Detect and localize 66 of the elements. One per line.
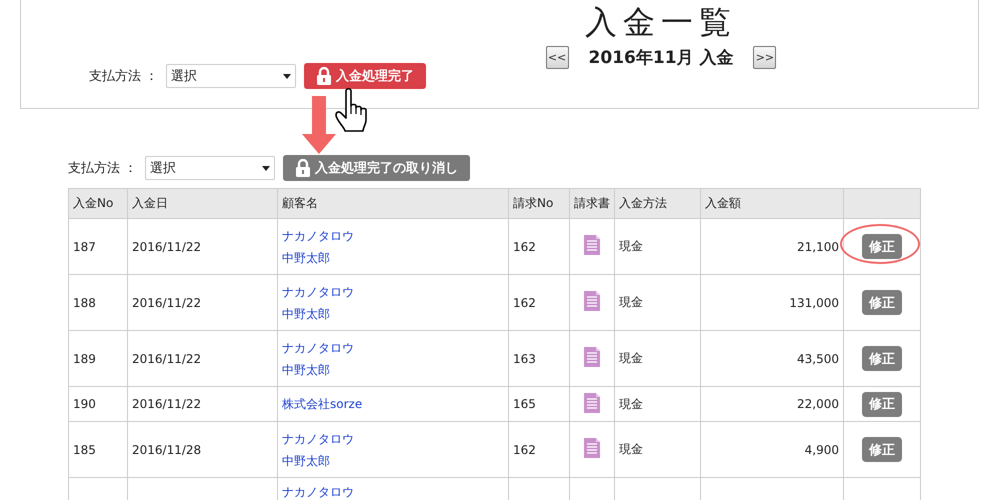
table-cell: 165 [508, 386, 570, 422]
document-icon[interactable] [584, 392, 600, 412]
edit-button[interactable]: 修正 [862, 290, 902, 315]
table-cell: 190 [68, 386, 128, 422]
lock-icon [316, 67, 332, 85]
table-cell: 162 [508, 218, 570, 274]
page-title: 入金一覧 [585, 2, 737, 42]
edit-button[interactable]: 修正 [862, 234, 902, 259]
payment-method-select[interactable]: 選択 [145, 156, 276, 180]
edit-button[interactable]: 修正 [862, 437, 902, 462]
hand-cursor-icon [334, 88, 370, 132]
payment-method-select[interactable]: 選択 [166, 64, 296, 88]
table-cell: 162 [508, 422, 570, 478]
edit-button[interactable]: 修正 [862, 346, 902, 371]
customer-link[interactable]: 中野太郎 [282, 450, 330, 472]
customer-link[interactable]: ナカノタロウ [282, 224, 354, 246]
payment-method-label: 支払方法 ： [89, 68, 158, 85]
table-cell: 163 [508, 330, 570, 386]
table-cell: 21,100 [700, 218, 844, 274]
customer-link[interactable]: ナカノタロウ [282, 280, 354, 302]
table-cell: 2016/11/22 [128, 218, 278, 274]
customer-link[interactable]: 中野太郎 [282, 302, 330, 324]
customer-link[interactable]: ナカノタロウ [282, 428, 354, 450]
column-header: 請求No [508, 188, 570, 218]
caret-icon [262, 166, 270, 170]
cancel-completion-button[interactable]: 入金処理完了の取り消し [283, 155, 470, 181]
document-icon[interactable] [584, 347, 600, 367]
table-cell: 2016/11/28 [128, 422, 278, 478]
table-cell: 現金 [614, 330, 700, 386]
column-header: 入金No [68, 188, 128, 218]
customer-link[interactable]: 中野太郎 [282, 246, 330, 268]
table-cell: 4,900 [700, 422, 844, 478]
table-cell: 現金 [614, 386, 700, 422]
customer-link[interactable]: 中野太郎 [282, 358, 330, 380]
caret-icon [283, 74, 292, 78]
lock-icon [295, 159, 312, 177]
previous-month-button[interactable]: << [546, 46, 569, 69]
month-label: 2016年11月 入金 [588, 47, 734, 69]
table-cell: 188 [68, 274, 128, 330]
table-cell: 現金 [614, 274, 700, 330]
table-cell: 185 [68, 422, 128, 478]
column-header: 顧客名 [278, 188, 508, 218]
column-header: 請求書 [570, 188, 614, 218]
table-cell: 2016/11/22 [128, 330, 278, 386]
edit-button[interactable]: 修正 [862, 392, 902, 416]
table-cell: 2016/11/22 [128, 274, 278, 330]
table-cell: 22,000 [700, 386, 844, 422]
table-cell: 現金 [614, 218, 700, 274]
table-cell: 187 [68, 218, 128, 274]
table-cell: 162 [508, 274, 570, 330]
table-cell: 43,500 [700, 330, 844, 386]
document-icon[interactable] [584, 235, 600, 255]
payment-method-label: 支払方法 ： [68, 160, 138, 177]
document-icon[interactable] [584, 438, 600, 458]
column-header: 入金額 [700, 188, 844, 218]
table-cell: 現金 [614, 422, 700, 478]
table-cell: 189 [68, 330, 128, 386]
column-header: 入金日 [128, 188, 278, 218]
customer-link[interactable]: ナカノタロウ [282, 336, 354, 358]
next-month-button[interactable]: >> [753, 46, 776, 69]
document-icon[interactable] [584, 291, 600, 311]
column-header: 入金方法 [614, 188, 700, 218]
table-cell: 131,000 [700, 274, 844, 330]
table-cell: 2016/11/22 [128, 386, 278, 422]
complete-payment-button[interactable]: 入金処理完了 [304, 63, 426, 89]
down-arrow [302, 96, 336, 154]
